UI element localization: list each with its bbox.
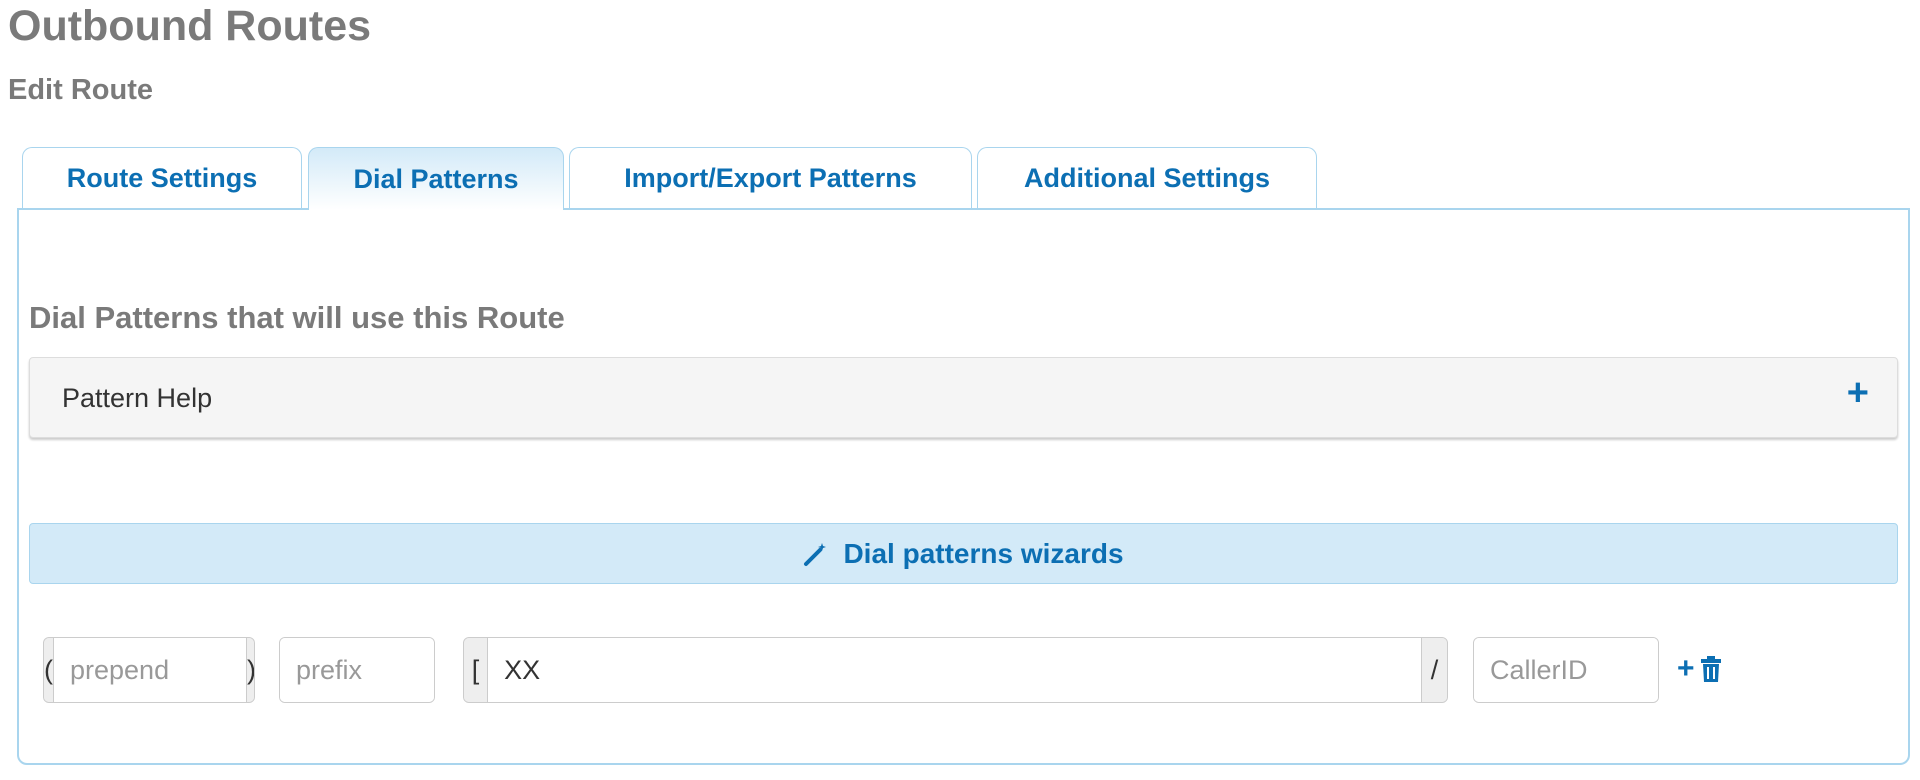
pattern-help-label: Pattern Help — [62, 383, 213, 413]
plus-icon[interactable]: + — [1847, 372, 1869, 415]
tab-import-export-patterns[interactable]: Import/Export Patterns — [569, 147, 972, 208]
row-actions: + — [1677, 652, 1721, 690]
dial-patterns-wizards-button[interactable]: Dial patterns wizards — [29, 523, 1898, 584]
prefix-input[interactable] — [280, 638, 434, 702]
pattern-help-panel[interactable]: Pattern Help + — [29, 357, 1898, 438]
tab-route-settings[interactable]: Route Settings — [22, 147, 302, 208]
page-title: Outbound Routes — [8, 2, 372, 50]
section-title: Dial Patterns that will use this Route — [29, 300, 565, 335]
prepend-group: ( ) — [43, 637, 255, 703]
trash-icon[interactable] — [1700, 656, 1721, 690]
slash-separator: / — [1421, 638, 1447, 702]
close-paren: ) — [247, 638, 254, 702]
magic-wand-icon — [803, 541, 829, 567]
page-subtitle: Edit Route — [8, 74, 153, 106]
prefix-group: | — [279, 637, 435, 703]
callerid-group: ] — [1473, 637, 1659, 703]
open-bracket: [ — [464, 638, 488, 702]
prepend-input[interactable] — [53, 638, 247, 702]
tab-additional-settings[interactable]: Additional Settings — [977, 147, 1317, 208]
match-pattern-group: [ / — [463, 637, 1448, 703]
add-pattern-icon[interactable]: + — [1677, 652, 1695, 690]
callerid-input[interactable] — [1474, 638, 1658, 702]
tab-dial-patterns[interactable]: Dial Patterns — [308, 147, 564, 210]
open-paren: ( — [44, 638, 53, 702]
wizard-label: Dial patterns wizards — [843, 537, 1124, 569]
match-pattern-input[interactable] — [487, 638, 1422, 702]
